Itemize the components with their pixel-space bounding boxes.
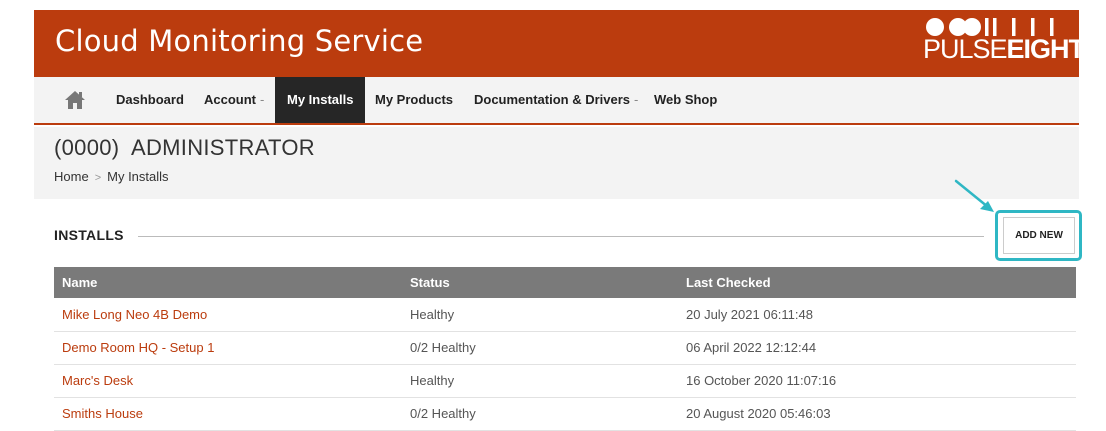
install-status-cell: 0/2 Healthy: [402, 397, 678, 431]
install-name-cell: Mike Long Neo 4B Demo: [54, 298, 402, 332]
logo-text-light: PULSE: [923, 34, 1008, 64]
annotation-arrow-icon: [954, 179, 994, 212]
table-row: Demo Room HQ - Setup 1 0/2 Healthy 06 Ap…: [54, 331, 1076, 365]
section-title: INSTALLS: [54, 227, 124, 243]
nav-item-documentation-drivers-label: Documentation & Drivers: [474, 92, 631, 107]
nav-item-my-installs-label: My Installs: [287, 92, 354, 107]
install-name-cell: Marc's Desk: [54, 364, 402, 398]
column-header-last-checked[interactable]: Last Checked: [678, 267, 1076, 298]
column-header-status[interactable]: Status: [402, 267, 678, 298]
breadcrumb-separator: >: [94, 172, 102, 184]
add-new-button[interactable]: ADD NEW: [1003, 217, 1075, 254]
table-row: Smiths House 0/2 Healthy 20 August 2020 …: [54, 397, 1076, 431]
section-divider: [138, 236, 984, 237]
page-header: (0000) ADMINISTRATOR Home > My Installs: [34, 127, 1079, 199]
page-title: (0000) ADMINISTRATOR: [54, 135, 315, 160]
main-nav: Dashboard Account - My Installs My Produc…: [34, 77, 1079, 125]
install-name-link[interactable]: Marc's Desk: [62, 373, 133, 388]
install-status-cell: 0/2 Healthy: [402, 331, 678, 365]
breadcrumb-home[interactable]: Home: [54, 169, 89, 184]
nav-item-my-products[interactable]: My Products: [375, 77, 453, 123]
nav-item-dashboard-label: Dashboard: [116, 92, 184, 107]
table-header-row: Name Status Last Checked: [54, 267, 1076, 298]
app-header: Cloud Monitoring Service PULSEEIGHT: [34, 10, 1085, 77]
logo-text: PULSEEIGHT: [923, 34, 1086, 64]
breadcrumb-current: My Installs: [107, 169, 169, 184]
nav-item-web-shop-label: Web Shop: [654, 92, 718, 107]
nav-item-my-products-label: My Products: [375, 92, 454, 107]
nav-item-dashboard[interactable]: Dashboard: [116, 77, 184, 123]
nav-item-my-installs[interactable]: My Installs: [275, 77, 366, 123]
column-header-name[interactable]: Name: [54, 267, 402, 298]
nav-item-documentation-drivers[interactable]: Documentation & Drivers -: [474, 77, 638, 123]
chevron-down-icon: -: [634, 92, 639, 107]
install-name-cell: Demo Room HQ - Setup 1: [54, 331, 402, 365]
pulse-eight-logo[interactable]: PULSEEIGHT: [921, 17, 1085, 71]
app-title: Cloud Monitoring Service: [55, 24, 424, 58]
install-status-cell: Healthy: [402, 298, 678, 332]
install-last-checked-cell: 06 April 2022 12:12:44: [678, 331, 1076, 365]
install-status-cell: Healthy: [402, 364, 678, 398]
nav-item-account-label: Account: [204, 92, 256, 107]
table-row: Marc's Desk Healthy 16 October 2020 11:0…: [54, 364, 1076, 398]
installs-table: Name Status Last Checked Mike Long Neo 4…: [54, 267, 1076, 431]
nav-item-account[interactable]: Account -: [204, 77, 264, 123]
install-name-cell: Smiths House: [54, 397, 402, 431]
table-row: Mike Long Neo 4B Demo Healthy 20 July 20…: [54, 298, 1076, 332]
install-last-checked-cell: 20 July 2021 06:11:48: [678, 298, 1076, 332]
home-icon[interactable]: [64, 90, 86, 110]
install-last-checked-cell: 16 October 2020 11:07:16: [678, 364, 1076, 398]
logo-text-bold: EIGHT: [1006, 34, 1086, 64]
install-name-link[interactable]: Demo Room HQ - Setup 1: [62, 340, 214, 355]
install-name-link[interactable]: Smiths House: [62, 406, 143, 421]
breadcrumb: Home > My Installs: [54, 169, 169, 184]
chevron-down-icon: -: [260, 92, 265, 107]
nav-item-web-shop[interactable]: Web Shop: [654, 77, 717, 123]
install-last-checked-cell: 20 August 2020 05:46:03: [678, 397, 1076, 431]
install-name-link[interactable]: Mike Long Neo 4B Demo: [62, 307, 207, 322]
